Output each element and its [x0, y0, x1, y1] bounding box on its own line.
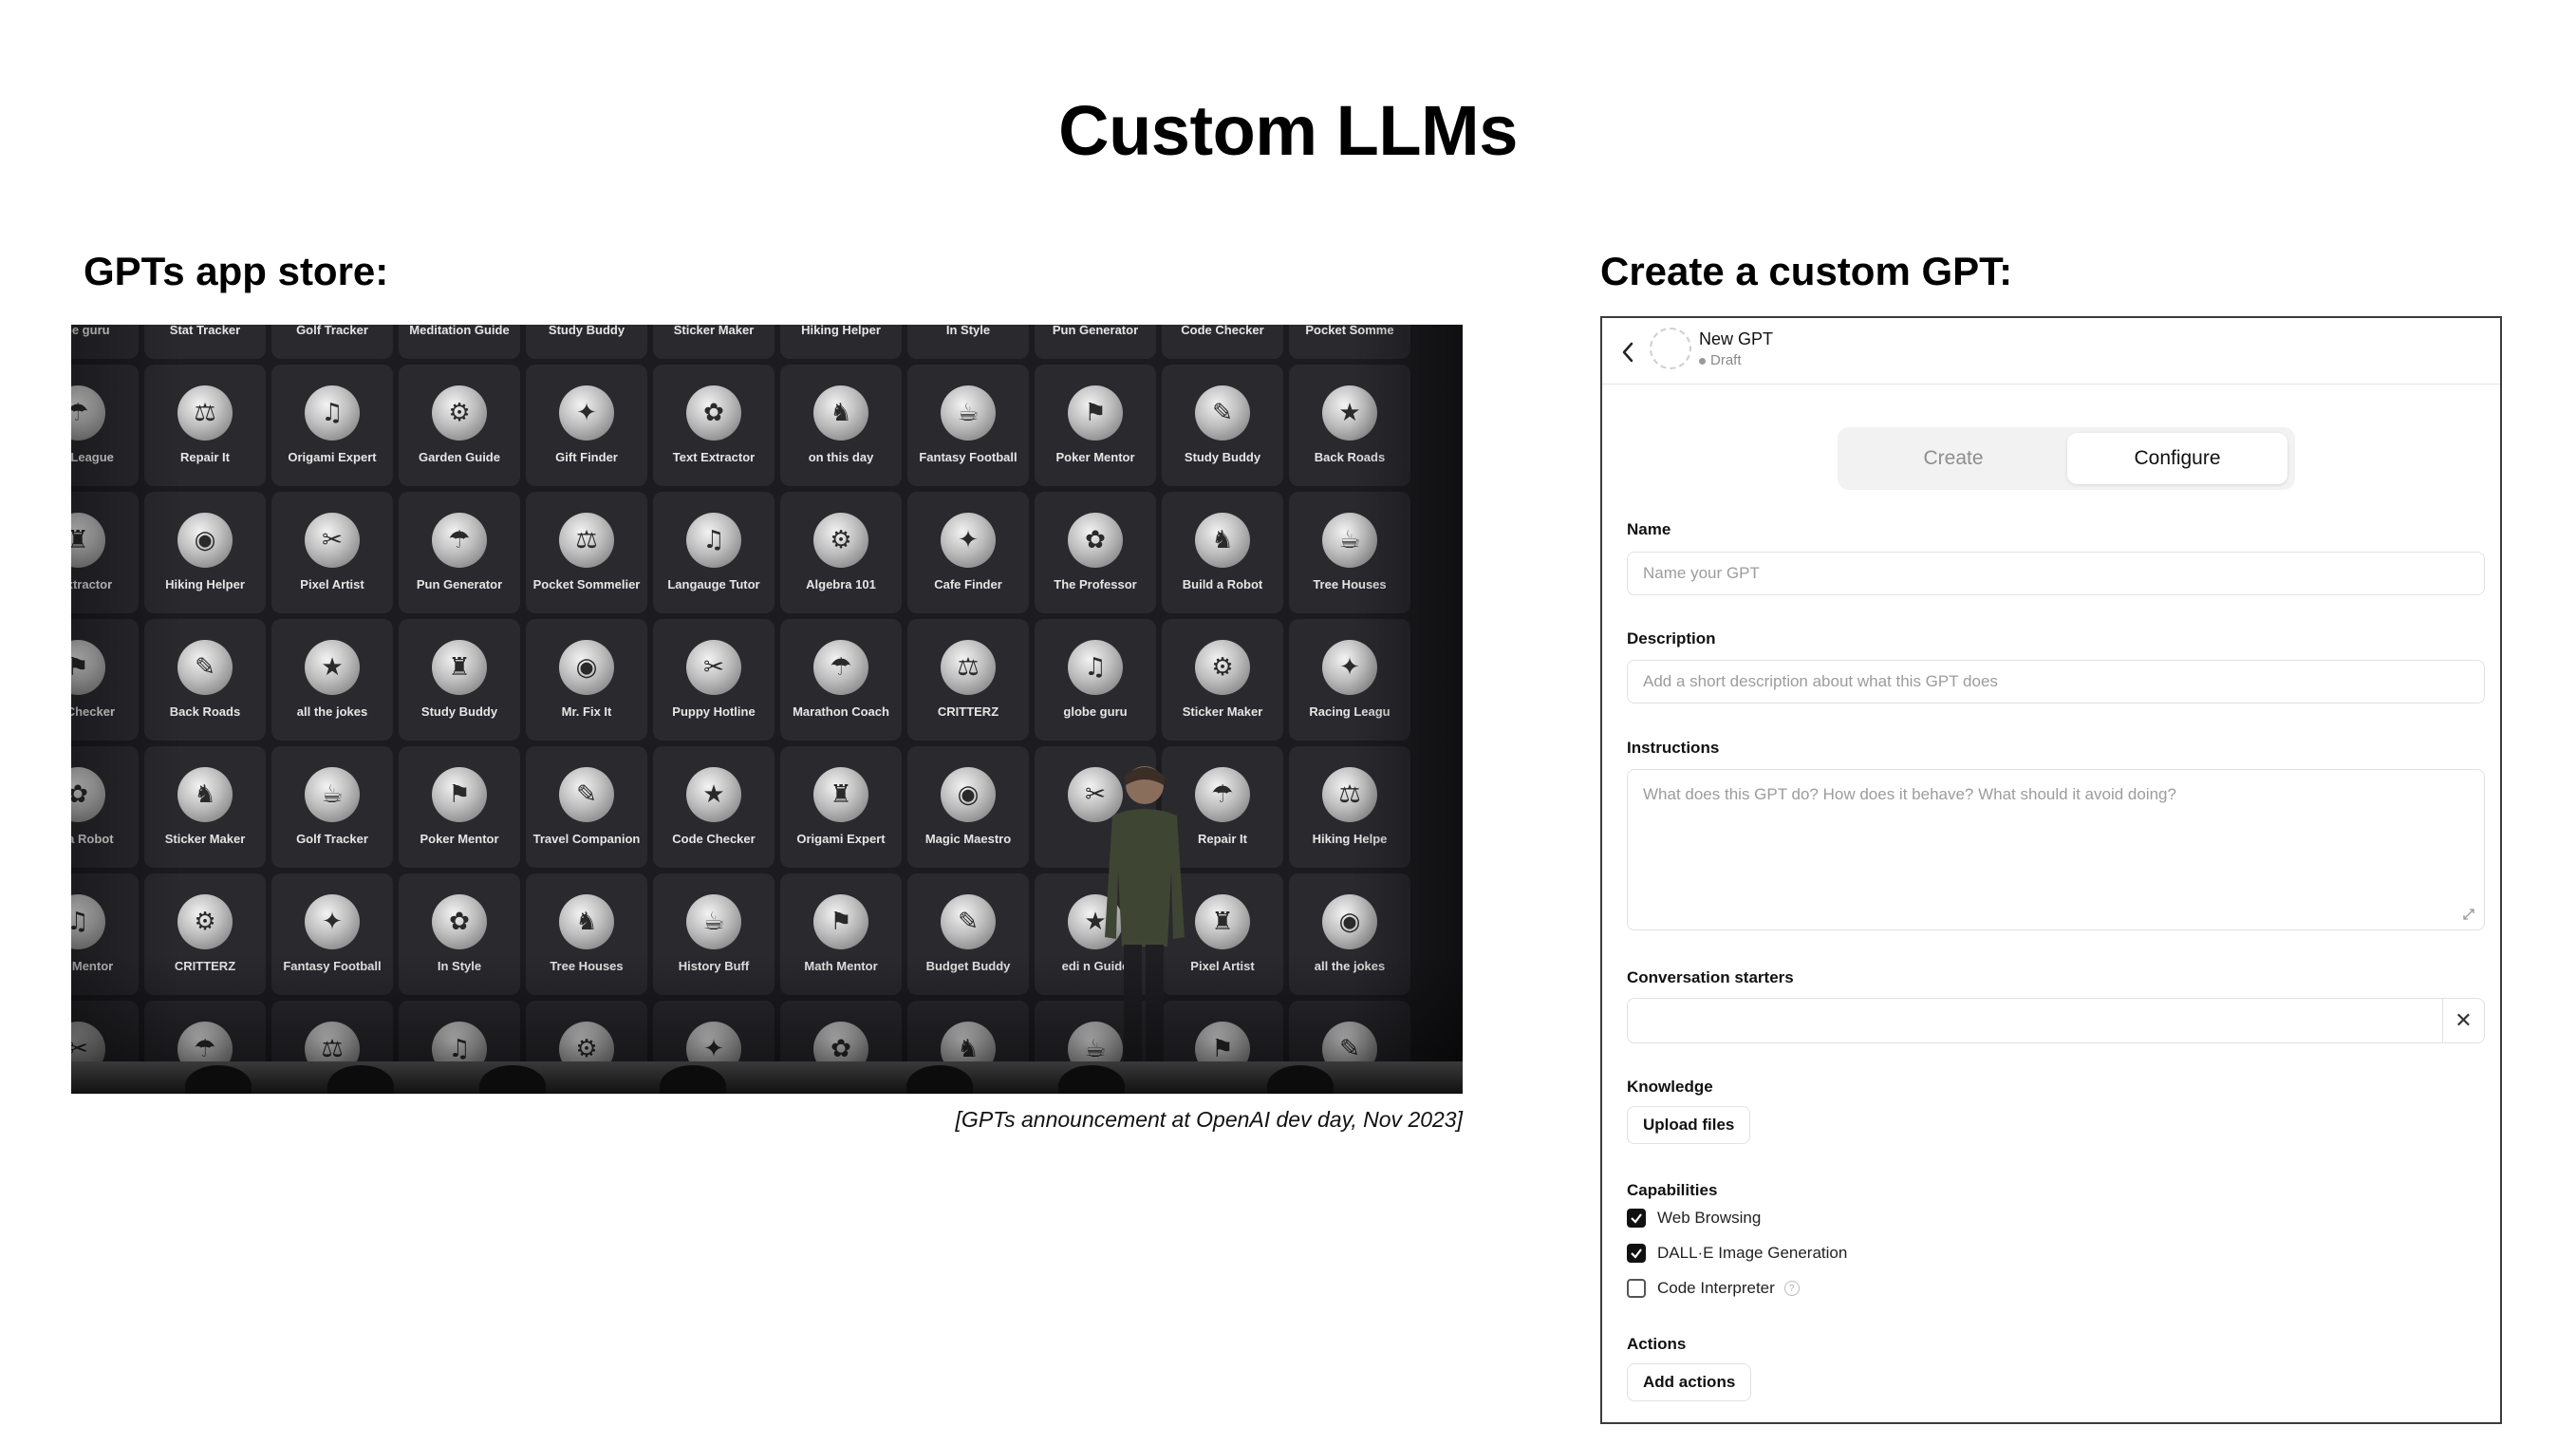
add-actions-button[interactable]: Add actions — [1627, 1363, 1752, 1401]
conversation-starters-label: Conversation starters — [1627, 968, 1794, 986]
gpt-builder-panel: New GPT Draft Create Configure Name Name… — [1600, 316, 2502, 1424]
dalle-checkbox[interactable] — [1627, 1244, 1646, 1263]
web-browsing-label: Web Browsing — [1657, 1209, 1762, 1227]
builder-header: New GPT Draft — [1602, 318, 2500, 385]
instructions-field[interactable]: What does this GPT do? How does it behav… — [1627, 769, 2485, 930]
name-label: Name — [1627, 520, 1671, 538]
back-button[interactable] — [1612, 333, 1644, 371]
close-icon[interactable]: ✕ — [2442, 999, 2484, 1042]
create-gpt-heading: Create a custom GPT: — [1600, 249, 2013, 293]
instructions-label: Instructions — [1627, 739, 1720, 757]
resize-handle-icon[interactable] — [2461, 907, 2476, 922]
knowledge-label: Knowledge — [1627, 1078, 1713, 1096]
draft-status: Draft — [1699, 352, 1742, 368]
chevron-left-icon — [1622, 342, 1633, 363]
gpt-avatar-placeholder[interactable] — [1650, 328, 1691, 369]
tab-create[interactable]: Create — [1843, 433, 2063, 484]
code-interpreter-label: Code Interpreter — [1657, 1279, 1775, 1297]
conversation-starter-field[interactable]: ✕ — [1627, 998, 2485, 1043]
help-circle-icon[interactable]: ? — [1783, 1281, 1800, 1296]
gpt-title: New GPT — [1699, 329, 1774, 348]
capability-dalle[interactable]: DALL·E Image Generation — [1627, 1244, 1847, 1263]
capability-web-browsing[interactable]: Web Browsing — [1627, 1209, 1761, 1228]
description-label: Description — [1627, 629, 1716, 647]
web-browsing-checkbox[interactable] — [1627, 1209, 1646, 1228]
actions-label: Actions — [1627, 1335, 1687, 1353]
mode-switcher: Create Configure — [1838, 427, 2295, 490]
tab-configure[interactable]: Configure — [2067, 433, 2287, 484]
checkmark-icon — [1631, 1248, 1642, 1259]
instructions-placeholder: What does this GPT do? How does it behav… — [1643, 785, 2176, 803]
photo-vignette — [71, 325, 1463, 1094]
checkmark-icon — [1631, 1213, 1642, 1224]
photo-caption: [GPTs announcement at OpenAI dev day, No… — [955, 1107, 1463, 1132]
stage-floor — [71, 1061, 1463, 1094]
upload-files-button[interactable]: Upload files — [1627, 1106, 1751, 1144]
slide-title: Custom LLMs — [1058, 91, 1518, 170]
name-field[interactable]: Name your GPT — [1627, 552, 2485, 595]
gpts-store-photo: ⚙globe guru✦Stat Tracker✿Golf Tracker♞Me… — [71, 325, 1463, 1094]
status-dot-icon — [1699, 357, 1706, 365]
code-interpreter-checkbox[interactable] — [1627, 1279, 1646, 1298]
description-placeholder: Add a short description about what this … — [1643, 672, 1998, 690]
capabilities-label: Capabilities — [1627, 1181, 1718, 1199]
dalle-label: DALL·E Image Generation — [1657, 1244, 1848, 1262]
capability-code-interpreter[interactable]: Code Interpreter ? — [1627, 1279, 1800, 1298]
status-text: Draft — [1710, 352, 1742, 368]
description-field[interactable]: Add a short description about what this … — [1627, 660, 2485, 704]
name-placeholder: Name your GPT — [1643, 564, 1760, 582]
app-store-heading: GPTs app store: — [84, 249, 389, 293]
